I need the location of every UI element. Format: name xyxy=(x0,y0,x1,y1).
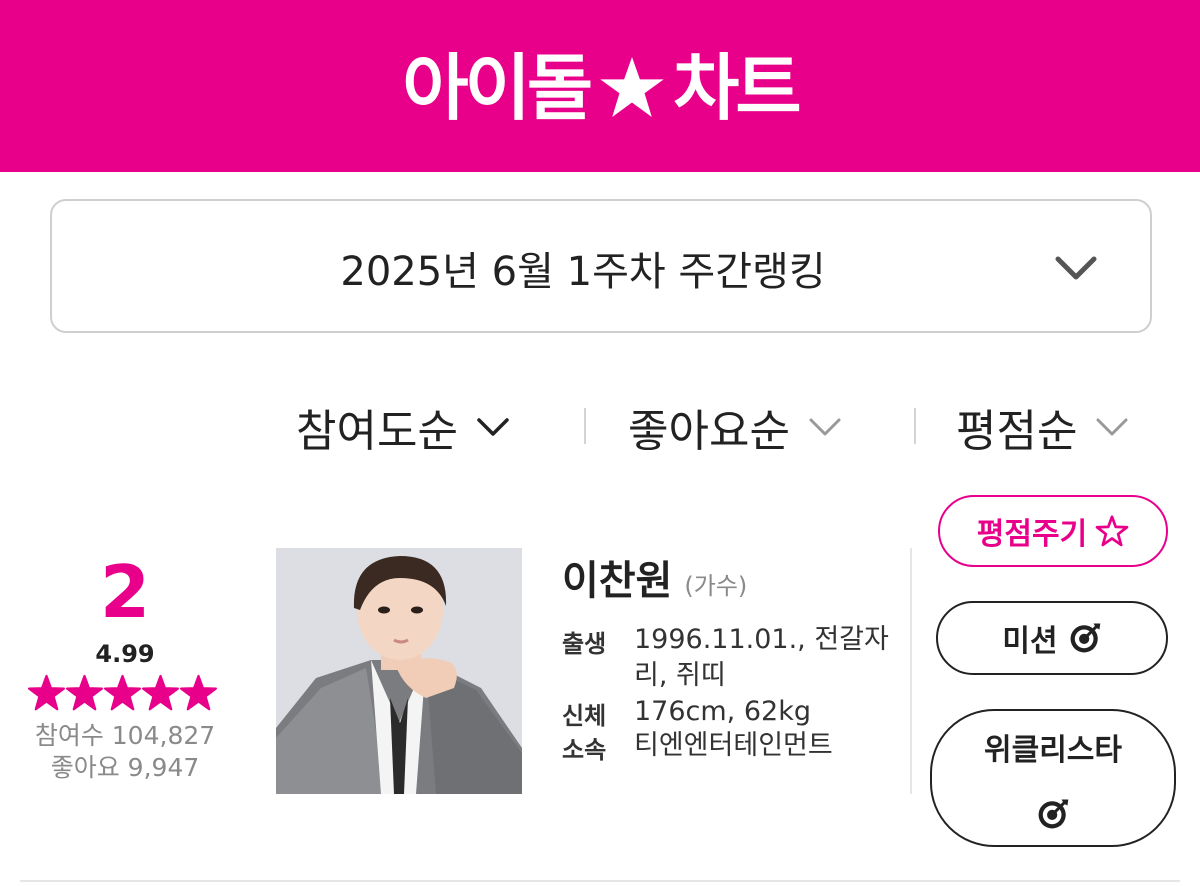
target-icon xyxy=(1068,621,1102,655)
week-ranking-dropdown[interactable]: 2025년 6월 1주차 주간랭킹 xyxy=(50,199,1152,333)
chevron-down-icon xyxy=(808,416,842,438)
chevron-down-icon xyxy=(1095,416,1129,438)
rank-number: 2 xyxy=(99,550,151,634)
weekly-star-button[interactable]: 위클리스타 xyxy=(930,709,1176,847)
rating-score: 4.99 xyxy=(95,640,155,668)
star-icon xyxy=(180,674,217,712)
sort-by-participation[interactable]: 참여도순 xyxy=(296,392,510,462)
star-icon xyxy=(599,55,665,121)
sort-label: 평점순 xyxy=(956,406,1078,457)
birth-label: 출생 xyxy=(562,630,607,658)
sort-by-rating[interactable]: 평점순 xyxy=(956,392,1129,462)
star-outline-icon xyxy=(1095,514,1129,548)
list-divider xyxy=(20,880,1180,882)
app-logo[interactable]: 아이돌 차트 xyxy=(0,48,1200,128)
sort-divider xyxy=(914,408,916,444)
idol-chart-page: 아이돌 차트 2025년 6월 1주차 주간랭킹 참여도순 좋아요순 평점순 2… xyxy=(0,0,1200,886)
participants-count: 참여수 104,827 xyxy=(34,721,216,750)
app-header: 아이돌 차트 xyxy=(0,0,1200,172)
star-icon xyxy=(104,674,141,712)
sort-label: 좋아요순 xyxy=(628,406,790,457)
mission-button[interactable]: 미션 xyxy=(936,601,1168,675)
likes-count: 좋아요 9,947 xyxy=(50,753,200,782)
body-value: 176cm, 62kg xyxy=(634,696,811,727)
logo-text-left: 아이돌 xyxy=(402,46,593,130)
star-icon xyxy=(142,674,179,712)
agency-value: 티엔엔터테인먼트 xyxy=(634,730,833,761)
weekly-star-button-label: 위클리스타 xyxy=(984,733,1122,768)
sort-by-likes[interactable]: 좋아요순 xyxy=(628,392,842,462)
week-ranking-label: 2025년 6월 1주차 주간랭킹 xyxy=(340,249,826,295)
chevron-down-icon xyxy=(476,416,510,438)
rating-stars xyxy=(28,674,218,714)
agency-label: 소속 xyxy=(562,736,607,764)
star-icon xyxy=(66,674,103,712)
rate-button[interactable]: 평점주기 xyxy=(938,495,1168,567)
mission-button-label: 미션 xyxy=(1002,624,1058,659)
artist-role: (가수) xyxy=(684,572,748,600)
star-icon xyxy=(28,674,65,712)
target-icon xyxy=(1036,797,1070,831)
sort-label: 참여도순 xyxy=(296,406,458,457)
artist-name[interactable]: 이찬원 xyxy=(562,548,672,606)
body-label: 신체 xyxy=(562,702,607,730)
chevron-down-icon xyxy=(1054,247,1098,287)
logo-text-right: 차트 xyxy=(673,46,802,130)
sort-divider xyxy=(584,408,586,444)
card-divider xyxy=(910,548,912,794)
artist-name-row: 이찬원 (가수) xyxy=(562,548,748,604)
rate-button-label: 평점주기 xyxy=(976,517,1088,552)
artist-photo[interactable] xyxy=(276,548,522,794)
birth-value: 1996.11.01., 전갈자리, 쥐띠 xyxy=(634,624,889,691)
